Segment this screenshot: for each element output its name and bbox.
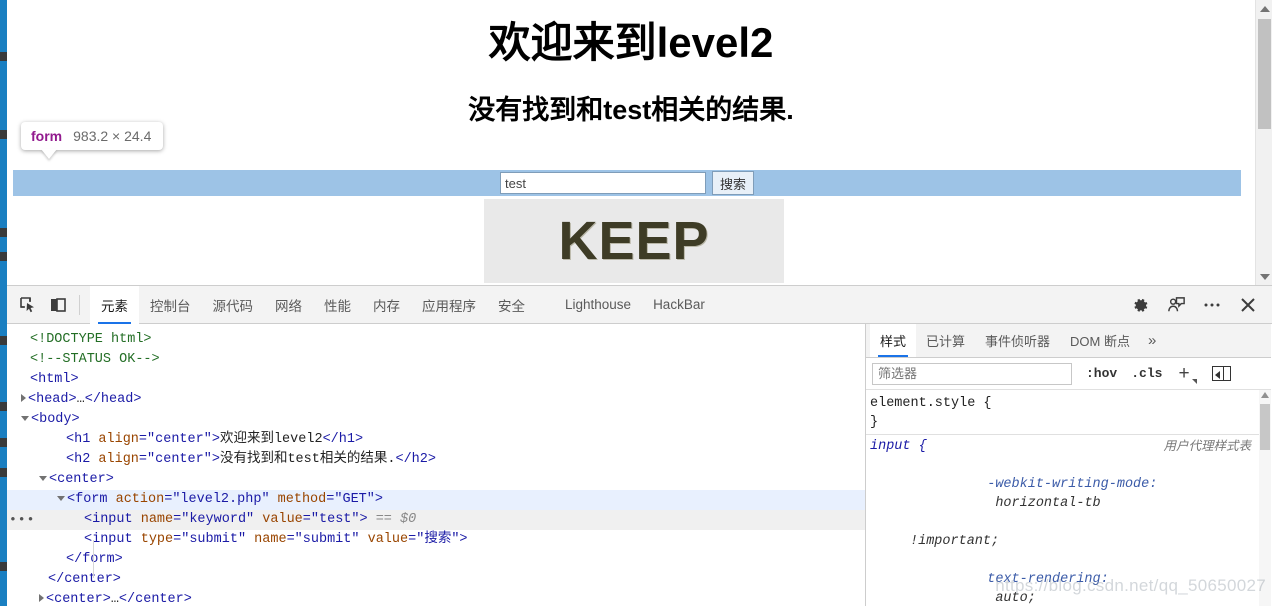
dom-tree-row[interactable]: <body> xyxy=(7,410,865,430)
devtools-toolbar: 元素 控制台 源代码 网络 性能 内存 应用程序 安全 Lighthouse H… xyxy=(7,285,1272,324)
gear-icon[interactable] xyxy=(1124,291,1156,319)
tab-sources[interactable]: 源代码 xyxy=(202,286,265,324)
tab-memory[interactable]: 内存 xyxy=(362,286,411,324)
styles-panel-scrollbar[interactable] xyxy=(1259,390,1271,606)
element-style-selector[interactable]: element.style { xyxy=(866,394,1271,413)
computed-sidebar-toggle-icon[interactable] xyxy=(1211,366,1231,381)
inspect-tooltip-badge: form 983.2 × 24.4 xyxy=(21,122,164,150)
inspect-tooltip-tag: form xyxy=(31,128,63,144)
rule-divider xyxy=(866,434,1271,435)
keep-image: KEEP xyxy=(484,199,784,283)
collapse-triangle-icon[interactable] xyxy=(21,415,29,421)
dom-tree-row[interactable]: <html> xyxy=(7,370,865,390)
scroll-down-arrow-icon[interactable] xyxy=(1256,268,1272,285)
rendered-page: 欢迎来到level2 没有找到和test相关的结果. 搜索 KEEP xyxy=(7,0,1255,285)
search-form: 搜索 xyxy=(13,170,1241,196)
toggle-hover-state-button[interactable]: :hov xyxy=(1086,366,1117,381)
search-submit-button[interactable]: 搜索 xyxy=(711,171,754,195)
dom-tree-row[interactable]: ••• <input name="keyword" value="test"> =… xyxy=(7,510,865,530)
styles-filter-bar: :hov .cls + xyxy=(866,358,1271,390)
search-input[interactable] xyxy=(499,172,706,194)
tab-console[interactable]: 控制台 xyxy=(139,286,202,324)
dom-tree-row[interactable]: <input type="submit" name="submit" value… xyxy=(7,530,865,550)
tab-event-listeners[interactable]: 事件侦听器 xyxy=(975,324,1060,357)
user-agent-stylesheet-label: 用户代理样式表 xyxy=(1163,439,1251,453)
inspect-tooltip-dimensions: 983.2 × 24.4 xyxy=(73,128,152,144)
expand-triangle-icon[interactable] xyxy=(39,594,44,603)
dom-tree-row[interactable]: <head>…</head> xyxy=(7,390,865,410)
dom-tree-row[interactable]: <!DOCTYPE html> xyxy=(7,330,865,350)
tab-performance[interactable]: 性能 xyxy=(313,286,362,324)
dom-tree-panel[interactable]: <!DOCTYPE html> <!--STATUS OK--> <html> <he… xyxy=(7,324,865,606)
declaration-text-rendering[interactable]: text-rendering: auto; xyxy=(866,551,1271,604)
tab-lighthouse[interactable]: Lighthouse xyxy=(554,286,642,324)
dom-tree-row[interactable]: <h2 align="center">没有找到和test相关的结果.</h2> xyxy=(7,450,865,470)
browser-edge-strip xyxy=(0,0,7,606)
tab-network[interactable]: 网络 xyxy=(264,286,313,324)
keep-image-text: KEEP xyxy=(558,211,710,271)
close-icon[interactable] xyxy=(1232,291,1264,319)
devtools-body: <!DOCTYPE html> <!--STATUS OK--> <html> <he… xyxy=(7,324,1272,606)
page-scrollbar-thumb[interactable] xyxy=(1258,19,1271,129)
dom-tree-row[interactable]: <form action="level2.php" method="GET"> xyxy=(7,490,865,510)
dom-tree-row[interactable]: </form> xyxy=(7,550,865,570)
declaration-writing-mode-important: !important; xyxy=(910,534,1000,549)
dom-tree-row[interactable]: <!--STATUS OK--> xyxy=(7,350,865,370)
devtools-toolbar-right xyxy=(1124,286,1264,324)
tab-security[interactable]: 安全 xyxy=(487,286,536,324)
styles-filter-input[interactable] xyxy=(872,362,1072,385)
expand-triangle-icon[interactable] xyxy=(21,394,26,403)
more-tabs-chevron-icon[interactable]: » xyxy=(1140,324,1164,357)
inspect-element-icon[interactable] xyxy=(13,291,43,319)
dom-tree-row[interactable]: <h1 align="center">欢迎来到level2</h1> xyxy=(7,430,865,450)
tree-guide-line xyxy=(93,540,94,578)
toggle-class-button[interactable]: .cls xyxy=(1131,366,1162,381)
styles-tab-list: 样式 已计算 事件侦听器 DOM 断点 » xyxy=(866,324,1271,358)
element-style-close: } xyxy=(870,415,879,430)
tab-hackbar[interactable]: HackBar xyxy=(642,286,716,324)
page-scrollbar[interactable] xyxy=(1255,0,1272,285)
collapse-triangle-icon[interactable] xyxy=(39,475,47,481)
devtools-tab-list: 元素 控制台 源代码 网络 性能 内存 应用程序 安全 Lighthouse H… xyxy=(90,285,716,324)
tab-styles[interactable]: 样式 xyxy=(870,324,917,357)
collapse-triangle-icon[interactable] xyxy=(57,495,65,501)
dom-tree-row[interactable]: <center>…</center> xyxy=(7,590,865,606)
styles-scroll-up-icon[interactable] xyxy=(1261,392,1269,398)
feedback-person-icon[interactable] xyxy=(1160,291,1192,319)
styles-scrollbar-thumb[interactable] xyxy=(1260,404,1270,450)
dom-tree-row[interactable]: <center> xyxy=(7,470,865,490)
styles-rules-list: element.style { } input { 用户代理样式表 -webki… xyxy=(866,390,1271,604)
page-title: 欢迎来到level2 xyxy=(488,19,774,66)
browser-viewport: 欢迎来到level2 没有找到和test相关的结果. 搜索 KEEP form … xyxy=(7,0,1272,285)
expand-ellipsis-icon[interactable]: ••• xyxy=(9,510,35,530)
dom-tree-row[interactable]: </center> xyxy=(7,570,865,590)
devtools-panel: 元素 控制台 源代码 网络 性能 内存 应用程序 安全 Lighthouse H… xyxy=(7,285,1272,606)
device-toolbar-icon[interactable] xyxy=(43,291,73,319)
tab-application[interactable]: 应用程序 xyxy=(411,286,487,324)
tab-dom-breakpoints[interactable]: DOM 断点 xyxy=(1060,324,1140,357)
toolbar-divider xyxy=(79,294,80,315)
more-options-icon[interactable] xyxy=(1196,291,1228,319)
tab-computed[interactable]: 已计算 xyxy=(916,324,975,357)
tab-elements[interactable]: 元素 xyxy=(90,285,139,324)
screenshot-root: 欢迎来到level2 没有找到和test相关的结果. 搜索 KEEP form … xyxy=(0,0,1272,606)
page-subtitle: 没有找到和test相关的结果. xyxy=(468,95,794,126)
styles-panel: 样式 已计算 事件侦听器 DOM 断点 » :hov .cls + elemen… xyxy=(865,324,1271,606)
scroll-up-arrow-icon[interactable] xyxy=(1256,0,1272,17)
new-style-rule-button[interactable]: + xyxy=(1178,364,1197,384)
declaration-writing-mode[interactable]: -webkit-writing-mode: horizontal-tb xyxy=(866,456,1271,532)
